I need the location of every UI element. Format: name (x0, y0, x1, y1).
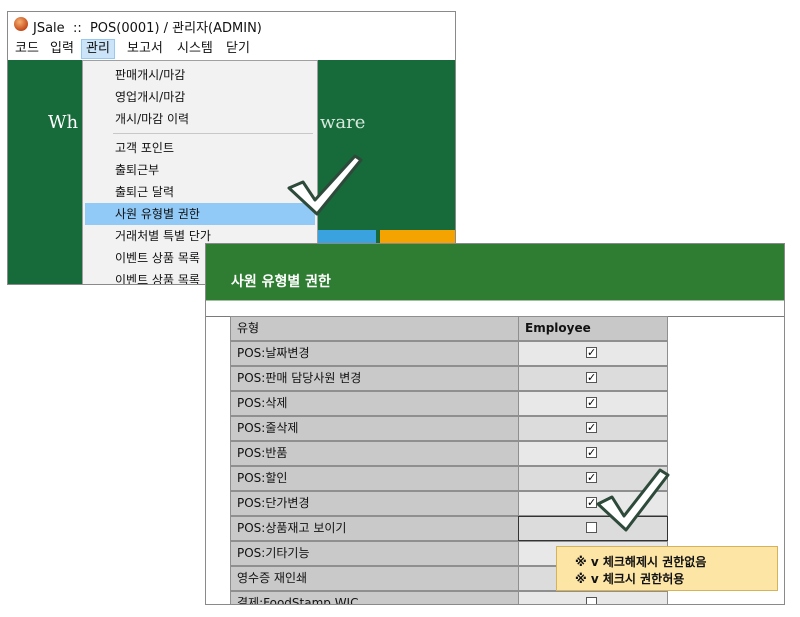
menu-item-sales-open-close[interactable]: 판매개시/마감 (85, 64, 315, 86)
permissions-window: 사원 유형별 권한 유형 Employee POS:날짜변경 ✓ POS:판매 … (205, 243, 785, 605)
row-label: POS:줄삭제 (230, 416, 519, 441)
permission-checkbox[interactable]: ✓ (586, 347, 597, 358)
row-label: POS:판매 담당사원 변경 (230, 366, 519, 391)
permission-checkbox[interactable] (586, 597, 597, 604)
window-header: 사원 유형별 권한 (206, 244, 784, 300)
permission-checkbox[interactable]: ✓ (586, 397, 597, 408)
row-label: POS:기타기능 (230, 541, 519, 566)
menu-input[interactable]: 입력 (46, 39, 78, 59)
permission-cell: ✓ (518, 391, 668, 416)
permission-cell: ✓ (518, 441, 668, 466)
note-line-check: ※ v 체크시 권한허용 (575, 572, 685, 586)
title-bar: JSale :: POS(0001) / 관리자(ADMIN) (8, 12, 455, 38)
menu-item-attendance-calendar[interactable]: 출퇴근 달력 (85, 181, 315, 203)
tile-orange[interactable] (380, 230, 455, 244)
permission-cell (518, 591, 668, 604)
window-title: JSale :: POS(0001) / 관리자(ADMIN) (33, 21, 262, 36)
permission-checkbox[interactable]: ✓ (586, 422, 597, 433)
permission-cell: ✓ (518, 416, 668, 441)
row-label: POS:반품 (230, 441, 519, 466)
menu-system[interactable]: 시스템 (173, 39, 217, 59)
permission-checkbox[interactable]: ✓ (586, 372, 597, 383)
menu-close[interactable]: 닫기 (222, 39, 254, 59)
menu-report[interactable]: 보고서 (123, 39, 167, 59)
menu-item-open-close-history[interactable]: 개시/마감 이력 (85, 108, 315, 130)
row-label: POS:상품재고 보이기 (230, 516, 519, 541)
page-title: 사원 유형별 권한 (231, 274, 331, 290)
menu-item-attendance[interactable]: 출퇴근부 (85, 159, 315, 181)
menu-item-customer-points[interactable]: 고객 포인트 (85, 137, 315, 159)
tile-blue[interactable] (318, 230, 376, 244)
note-line-uncheck: ※ v 체크해제시 권한없음 (575, 555, 707, 569)
checkmark-icon (287, 154, 363, 216)
checkmark-icon (596, 468, 670, 532)
column-header-type: 유형 (230, 316, 519, 341)
help-note: ※ v 체크해제시 권한없음 ※ v 체크시 권한허용 (556, 546, 778, 591)
menu-item-employee-permissions[interactable]: 사원 유형별 권한 (85, 203, 315, 225)
menu-manage[interactable]: 관리 (81, 39, 115, 59)
hero-text-right: ware (320, 112, 366, 133)
row-label: 영수증 재인쇄 (230, 566, 519, 591)
app-icon (14, 17, 28, 31)
row-label: POS:삭제 (230, 391, 519, 416)
permission-cell: ✓ (518, 341, 668, 366)
row-label: POS:할인 (230, 466, 519, 491)
column-header-employee: Employee (518, 316, 668, 341)
row-label: POS:날짜변경 (230, 341, 519, 366)
header-divider (206, 300, 784, 301)
permission-cell: ✓ (518, 366, 668, 391)
permission-checkbox[interactable]: ✓ (586, 447, 597, 458)
menu-separator (113, 133, 313, 134)
menu-item-business-open-close[interactable]: 영업개시/마감 (85, 86, 315, 108)
row-label: 결제:FoodStamp,WIC (230, 591, 519, 604)
row-label: POS:단가변경 (230, 491, 519, 516)
menu-code[interactable]: 코드 (11, 39, 43, 59)
hero-text-left: Wh (48, 112, 79, 133)
menu-bar: 코드 입력 관리 보고서 시스템 닫기 (8, 38, 455, 60)
